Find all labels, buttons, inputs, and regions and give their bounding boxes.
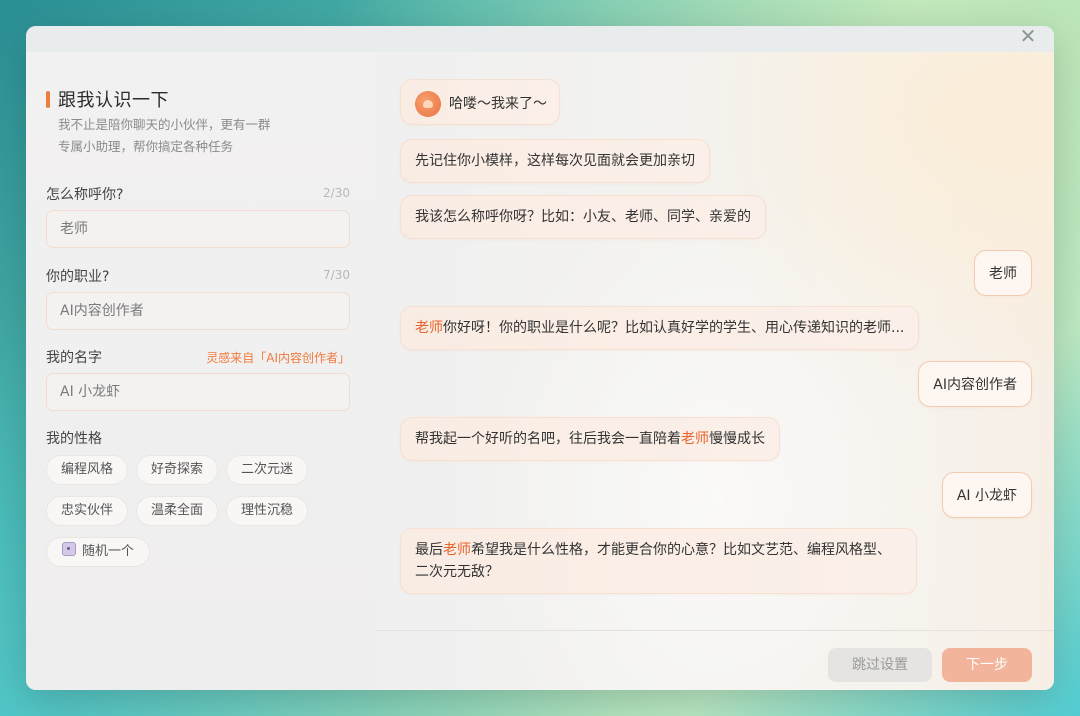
user-message: 老师 <box>974 250 1032 296</box>
assistant-message-text: 哈喽～我来了～ <box>449 96 547 112</box>
personality-chip[interactable]: 二次元迷 <box>226 455 308 485</box>
name-inspiration-hint[interactable]: 灵感来自「AI内容创作者」 <box>206 349 350 366</box>
assistant-message: 先记住你小模样，这样每次见面就会更加亲切 <box>400 139 710 183</box>
assistant-message-text: 先记住你小模样，这样每次见面就会更加亲切 <box>415 153 695 169</box>
intro-subtitle: 我不止是陪你聊天的小伙伴，更有一群 专属小助理，帮你搞定各种任务 <box>58 114 308 158</box>
job-char-count: 7/30 <box>323 268 350 282</box>
assistant-message-text: 慢慢成长 <box>709 431 765 447</box>
user-message-text: AI 小龙虾 <box>956 488 1017 504</box>
personality-chip[interactable]: 好奇探索 <box>136 455 218 485</box>
next-step-button[interactable]: 下一步 <box>942 648 1032 682</box>
assistant-name-input[interactable]: AI 小龙虾 <box>46 373 350 411</box>
job-input[interactable]: AI内容创作者 <box>46 292 350 330</box>
dice-icon <box>61 542 76 556</box>
nickname-label: 怎么称呼你? <box>46 187 124 203</box>
assistant-message: 最后老师希望我是什么性格，才能更合你的心意？比如文艺范、编程风格型、 二次元无敌… <box>400 528 917 594</box>
personality-chip[interactable]: 理性沉稳 <box>226 496 308 526</box>
intro-title-row: 跟我认识一下 <box>46 86 169 112</box>
profile-form-panel: 跟我认识一下 我不止是陪你聊天的小伙伴，更有一群 专属小助理，帮你搞定各种任务 … <box>26 52 376 690</box>
user-message: AI内容创作者 <box>918 361 1032 407</box>
random-personality-label: 随机一个 <box>81 544 134 559</box>
footer-divider <box>376 630 1054 631</box>
job-label: 你的职业? <box>46 269 110 285</box>
chat-panel: 哈喽～我来了～ 先记住你小模样，这样每次见面就会更加亲切 我该怎么称呼你呀？比如… <box>376 52 1054 690</box>
user-message-text: AI内容创作者 <box>933 377 1017 393</box>
intro-subtitle-line2: 专属小助理，帮你搞定各种任务 <box>58 139 234 154</box>
assistant-message: 帮我起一个好听的名吧，往后我会一直陪着老师慢慢成长 <box>400 417 780 461</box>
assistant-message: 哈喽～我来了～ <box>400 79 560 125</box>
highlight-nickname: 老师 <box>443 542 471 558</box>
dialog-top-strip: ✕ <box>26 26 1054 52</box>
assistant-avatar-icon <box>415 91 441 117</box>
assistant-message-text: 最后 <box>415 542 443 558</box>
assistant-message-line: 最后老师希望我是什么性格，才能更合你的心意？比如文艺范、编程风格型、 <box>415 539 902 561</box>
setup-dialog: ✕ 跟我认识一下 我不止是陪你聊天的小伙伴，更有一群 专属小助理，帮你搞定各种任… <box>26 26 1054 690</box>
random-personality-button[interactable]: 随机一个 <box>46 537 150 567</box>
personality-chip[interactable]: 忠实伙伴 <box>46 496 128 526</box>
assistant-message: 我该怎么称呼你呀？比如：小友、老师、同学、亲爱的 <box>400 195 766 239</box>
personality-chip[interactable]: 温柔全面 <box>136 496 218 526</box>
assistant-message: 老师你好呀！你的职业是什么呢？比如认真好学的学生、用心传递知识的老师... <box>400 306 920 350</box>
personality-label: 我的性格 <box>46 431 102 447</box>
title-accent-bar <box>46 90 50 108</box>
nickname-input[interactable]: 老师 <box>46 210 350 248</box>
assistant-message-text: 我该怎么称呼你呀？比如：小友、老师、同学、亲爱的 <box>415 209 751 225</box>
highlight-nickname: 老师 <box>415 320 443 336</box>
assistant-name-label: 我的名字 <box>46 350 102 366</box>
intro-title: 跟我认识一下 <box>58 90 169 111</box>
assistant-message-text: 你好呀！你的职业是什么呢？比如认真好学的学生、用心传递知识的老师... <box>443 320 905 336</box>
nickname-char-count: 2/30 <box>323 186 350 200</box>
personality-chip[interactable]: 编程风格 <box>46 455 128 485</box>
intro-subtitle-line1: 我不止是陪你聊天的小伙伴，更有一群 <box>58 117 271 132</box>
user-message: AI 小龙虾 <box>941 472 1032 518</box>
close-icon[interactable]: ✕ <box>1016 26 1040 48</box>
assistant-message-text: 希望我是什么性格，才能更合你的心意？比如文艺范、编程风格型、 <box>471 542 891 558</box>
assistant-message-text: 二次元无敌？ <box>415 564 499 580</box>
highlight-nickname: 老师 <box>681 431 709 447</box>
assistant-message-text: 帮我起一个好听的名吧，往后我会一直陪着 <box>415 431 681 447</box>
skip-setup-button[interactable]: 跳过设置 <box>828 648 932 682</box>
user-message-text: 老师 <box>989 266 1017 282</box>
